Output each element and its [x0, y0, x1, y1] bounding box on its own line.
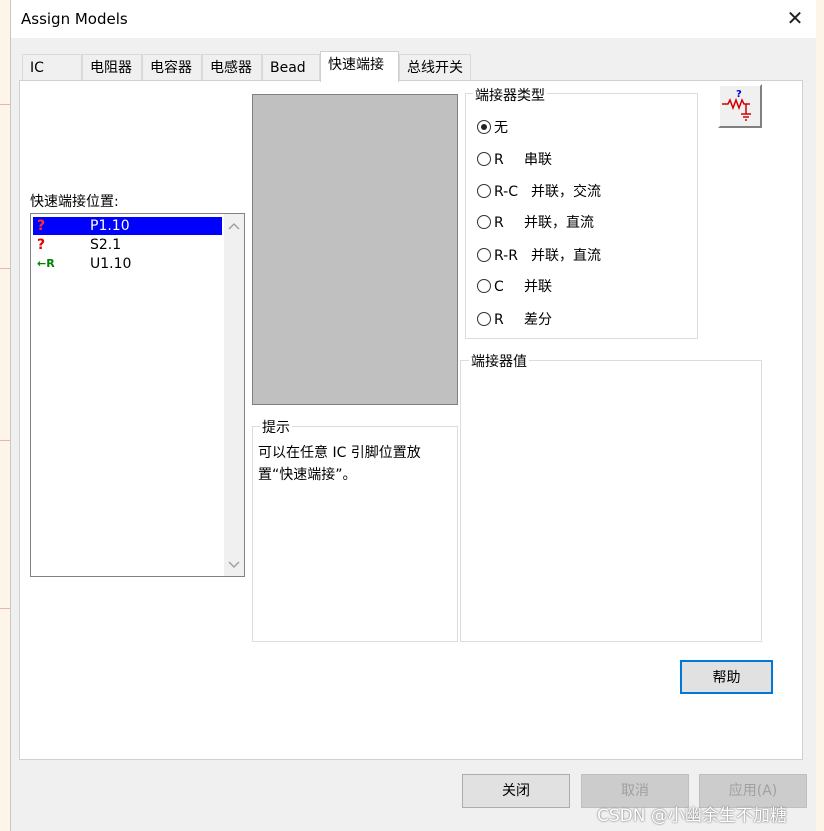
- tab-inductor[interactable]: 电感器: [202, 54, 262, 80]
- list-item[interactable]: ←R U1.10: [33, 255, 222, 273]
- radio-desc: 并联，直流: [524, 215, 594, 231]
- terminator-type-label: 端接器类型: [473, 85, 547, 105]
- radio-code: R: [494, 312, 504, 328]
- tab-bead[interactable]: Bead: [262, 54, 320, 80]
- assign-models-dialog: Assign Models ✕ IC 电阻器 电容器 电感器 Bead 快速端接…: [10, 0, 816, 831]
- chevron-up-icon[interactable]: [224, 216, 244, 236]
- terminator-value-group: [460, 360, 762, 642]
- hint-text: 可以在任意 IC 引脚位置放置“快速端接”。: [258, 445, 421, 483]
- tab-capacitor[interactable]: 电容器: [142, 54, 202, 80]
- window-title: Assign Models: [21, 10, 128, 28]
- list-item[interactable]: ? S2.1: [33, 236, 222, 254]
- list-item[interactable]: ? P1.10: [33, 217, 222, 235]
- terminated-arrow-icon: ←R: [37, 257, 55, 270]
- radio-none-label: 无: [494, 120, 508, 136]
- radio-desc: 差分: [524, 312, 552, 328]
- close-icon[interactable]: ✕: [783, 6, 807, 30]
- radio-code: R: [494, 215, 504, 231]
- resistor-terminator-icon: ?: [722, 89, 751, 121]
- radio-code: R-R: [494, 248, 518, 264]
- tab-resistor[interactable]: 电阻器: [82, 54, 142, 80]
- watermark: CSDN @小幽余生不加糖: [597, 806, 787, 826]
- radio-code: R: [494, 152, 504, 168]
- list-item-label: S2.1: [90, 237, 122, 253]
- list-item-label: P1.10: [90, 218, 130, 234]
- radio-r-parallel-dc-button[interactable]: [477, 215, 491, 229]
- quick-term-location-list[interactable]: ? P1.10 ? S2.1 ←R U1.10: [30, 213, 245, 577]
- radio-r-series-button[interactable]: [477, 152, 491, 166]
- radio-rr-parallel-dc-button[interactable]: [477, 248, 491, 262]
- question-icon: ?: [37, 218, 46, 234]
- tab-quick-terminate[interactable]: 快速端接: [320, 51, 399, 82]
- chevron-down-icon[interactable]: [224, 555, 244, 575]
- radio-desc: 并联，交流: [531, 184, 601, 200]
- radio-none-button[interactable]: [477, 120, 491, 134]
- radio-c-parallel-button[interactable]: [477, 279, 491, 293]
- quick-term-list-label: 快速端接位置:: [30, 194, 119, 210]
- close-button[interactable]: 关闭: [462, 774, 570, 808]
- radio-desc: 并联: [524, 279, 552, 295]
- tab-bus-switch[interactable]: 总线开关: [399, 54, 471, 80]
- hint-label: 提示: [260, 417, 292, 437]
- radio-r-differential-button[interactable]: [477, 312, 491, 326]
- question-icon: ?: [37, 237, 46, 253]
- radio-code: C: [494, 279, 504, 295]
- title-bar: Assign Models ✕: [11, 0, 816, 38]
- list-item-label: U1.10: [90, 256, 132, 272]
- radio-desc: 串联: [524, 152, 552, 168]
- list-scrollbar[interactable]: [224, 214, 244, 576]
- terminator-preview: [252, 94, 458, 405]
- terminator-value-label: 端接器值: [469, 351, 529, 371]
- radio-desc: 并联，直流: [531, 248, 601, 264]
- terminator-symbol-button[interactable]: ?: [718, 84, 762, 128]
- tab-ic[interactable]: IC: [22, 54, 82, 80]
- help-button[interactable]: 帮助: [680, 660, 773, 694]
- radio-rc-parallel-ac-button[interactable]: [477, 184, 491, 198]
- svg-text:?: ?: [736, 89, 742, 100]
- radio-code: R-C: [494, 184, 518, 200]
